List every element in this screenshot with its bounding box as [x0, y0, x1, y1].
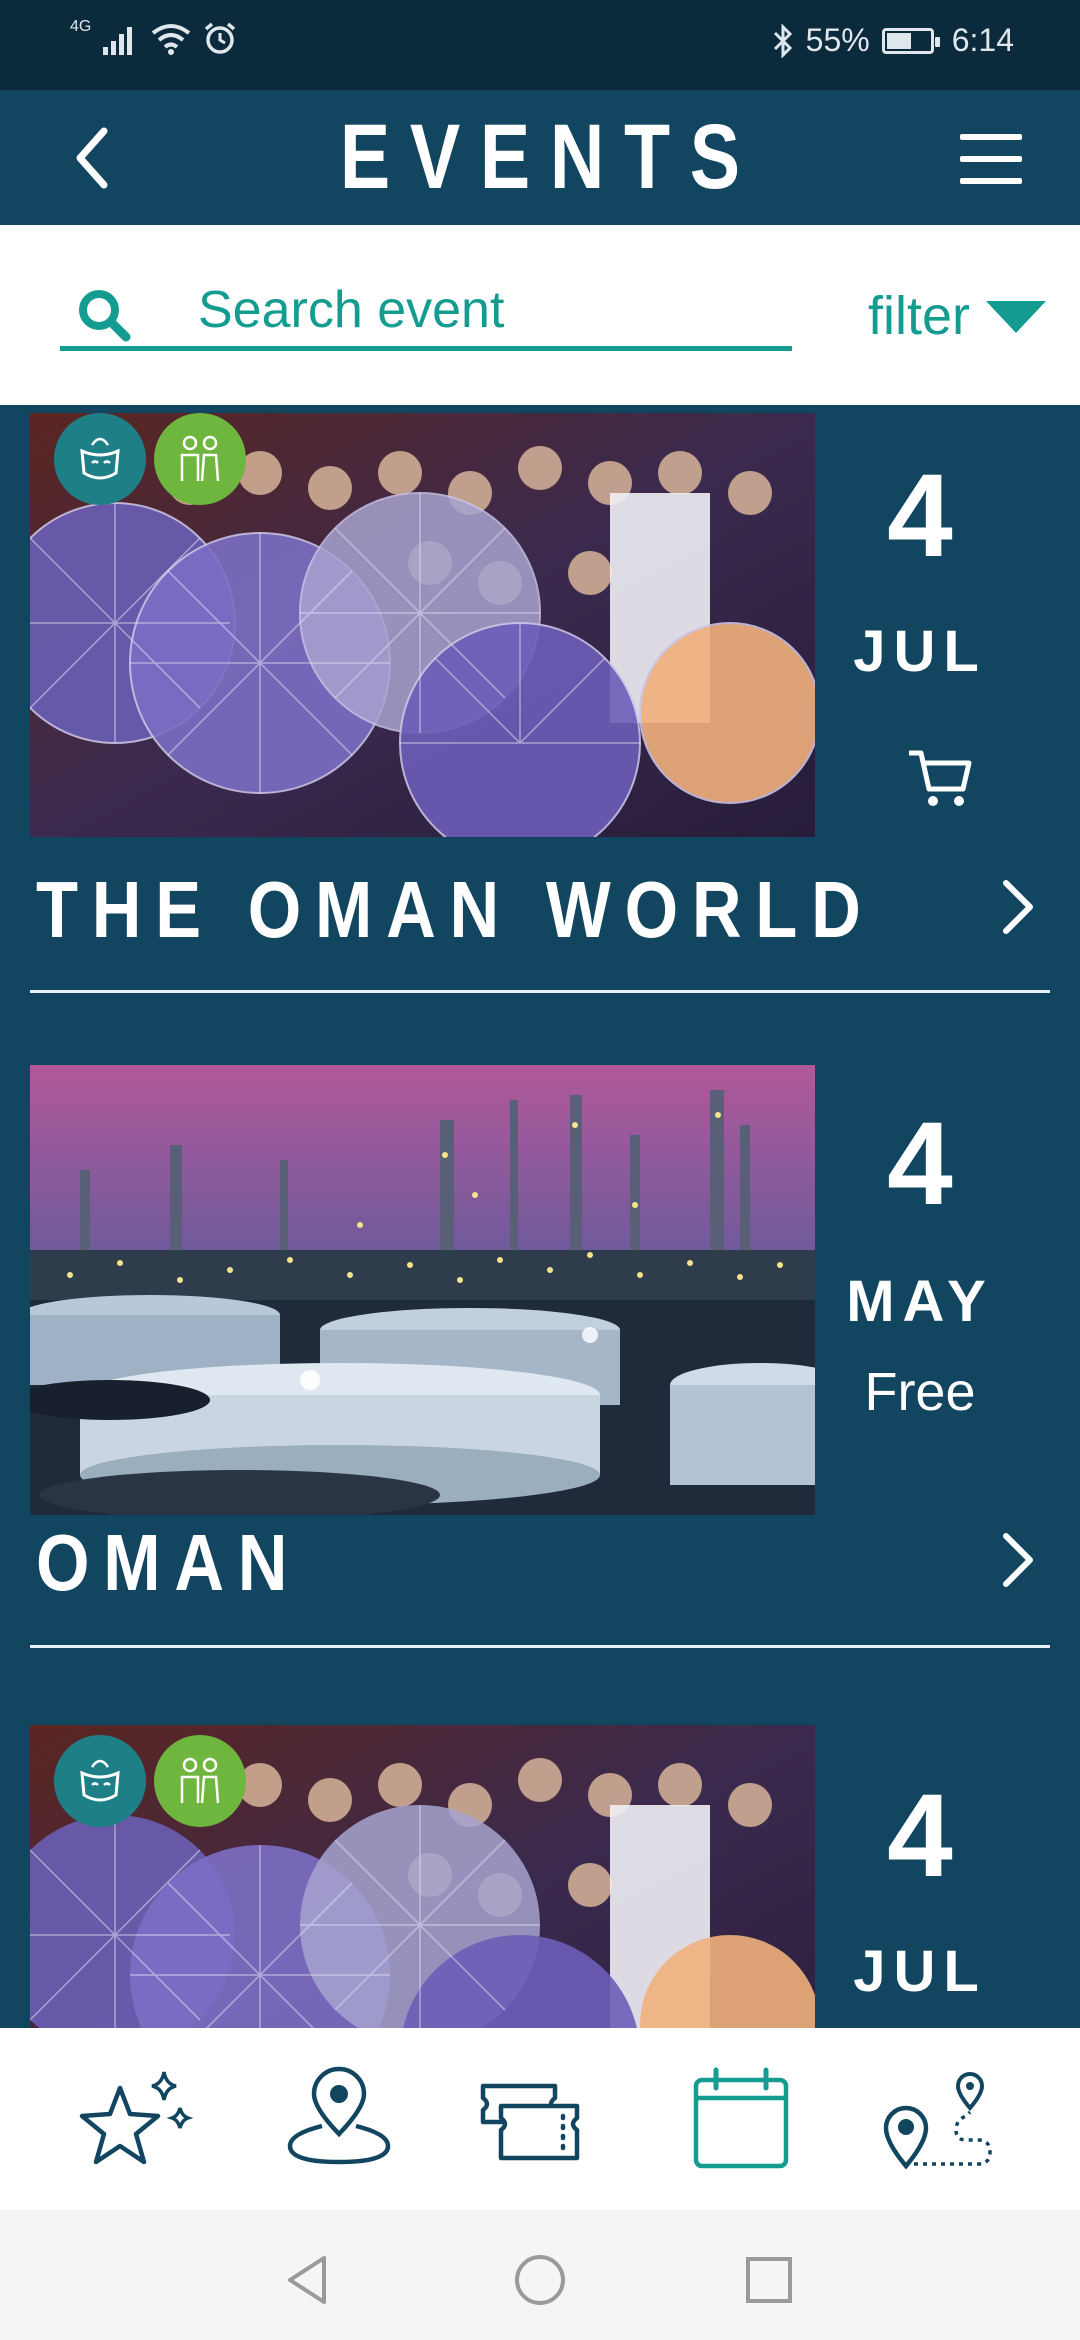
calendar-icon — [693, 2067, 789, 2169]
event-card[interactable]: 4 JUL THE OMAN WORLD — [0, 405, 1080, 1065]
system-home-button[interactable] — [510, 2250, 570, 2310]
filter-dropdown[interactable]: filter — [868, 285, 1047, 347]
bottom-navigation — [0, 2028, 1080, 2210]
event-price: Free — [864, 1362, 976, 1422]
event-day: 4 — [887, 1770, 953, 1902]
app-header: EVENTS — [0, 90, 1080, 225]
event-list[interactable]: 4 JUL THE OMAN WORLD 4 MAY Free OMAN 4 J… — [0, 405, 1080, 2028]
event-card[interactable]: 4 JUL — [0, 1725, 1080, 2028]
sparkle-star-icon — [79, 2071, 194, 2165]
cart-icon — [909, 750, 972, 806]
page-title: EVENTS — [339, 106, 760, 208]
chevron-right-icon — [1003, 1533, 1033, 1587]
menu-button[interactable] — [958, 124, 1024, 194]
nav-calendar[interactable] — [676, 2064, 806, 2174]
event-month: JUL — [853, 1939, 987, 2004]
people-icon — [154, 1735, 246, 1827]
signal-icon — [103, 27, 133, 55]
divider — [30, 990, 1050, 993]
system-navigation-bar — [0, 2210, 1080, 2340]
square-recents-icon — [746, 2257, 792, 2303]
route-icon — [883, 2072, 992, 2170]
event-month: JUL — [853, 619, 987, 684]
event-open-button[interactable] — [996, 877, 1040, 937]
system-back-button[interactable] — [278, 2250, 338, 2310]
event-image[interactable] — [30, 1065, 815, 1515]
search-bar: filter — [0, 225, 1080, 405]
search-input[interactable] — [198, 277, 758, 343]
theatre-masks-icon — [54, 413, 146, 505]
battery-level — [886, 32, 911, 49]
system-recents-button[interactable] — [738, 2250, 798, 2310]
triangle-back-icon — [288, 2256, 326, 2304]
search-icon — [79, 290, 131, 342]
hamburger-menu-icon — [960, 134, 1022, 184]
battery-percent: 55% — [805, 22, 870, 58]
nav-map[interactable] — [274, 2064, 404, 2174]
circle-home-icon — [515, 2255, 565, 2305]
divider — [30, 1645, 1050, 1648]
event-day: 4 — [887, 1098, 953, 1230]
events-screen: 4G 55% 6:14 EVENTS Search event filter 4… — [0, 0, 1080, 2340]
event-image[interactable] — [30, 1725, 815, 2028]
bluetooth-icon — [773, 23, 792, 58]
event-title[interactable]: THE OMAN WORLD — [36, 870, 875, 950]
event-badges — [54, 413, 246, 505]
event-open-button[interactable] — [996, 1530, 1040, 1590]
nav-tickets[interactable] — [475, 2064, 605, 2174]
network-type: 4G — [70, 18, 92, 35]
status-bar: 4G 55% 6:14 — [0, 0, 1080, 90]
event-month: MAY — [846, 1269, 994, 1334]
event-title[interactable]: OMAN — [36, 1523, 301, 1603]
nav-routes[interactable] — [874, 2064, 1004, 2174]
event-image[interactable] — [30, 413, 815, 837]
status-right: 55% 6:14 — [772, 22, 1014, 59]
filter-label: filter — [868, 286, 971, 346]
status-left: 4G — [70, 18, 237, 56]
event-card[interactable]: 4 MAY Free OMAN — [0, 1065, 1080, 1725]
search-field[interactable] — [60, 265, 792, 351]
wifi-icon — [152, 24, 191, 55]
triangle-down-icon — [986, 301, 1047, 333]
cart-button[interactable] — [905, 745, 975, 811]
clock: 6:14 — [951, 22, 1014, 58]
event-badges — [54, 1735, 246, 1827]
theatre-masks-icon — [54, 1735, 146, 1827]
alarm-icon — [205, 22, 236, 54]
nav-highlights[interactable] — [72, 2064, 202, 2174]
battery-icon — [881, 27, 940, 54]
chevron-right-icon — [1003, 880, 1033, 934]
event-day: 4 — [887, 450, 953, 582]
refinery-night-image — [30, 1065, 815, 1515]
people-icon — [154, 413, 246, 505]
map-pin-icon — [287, 2066, 391, 2165]
ticket-icon — [480, 2083, 580, 2161]
